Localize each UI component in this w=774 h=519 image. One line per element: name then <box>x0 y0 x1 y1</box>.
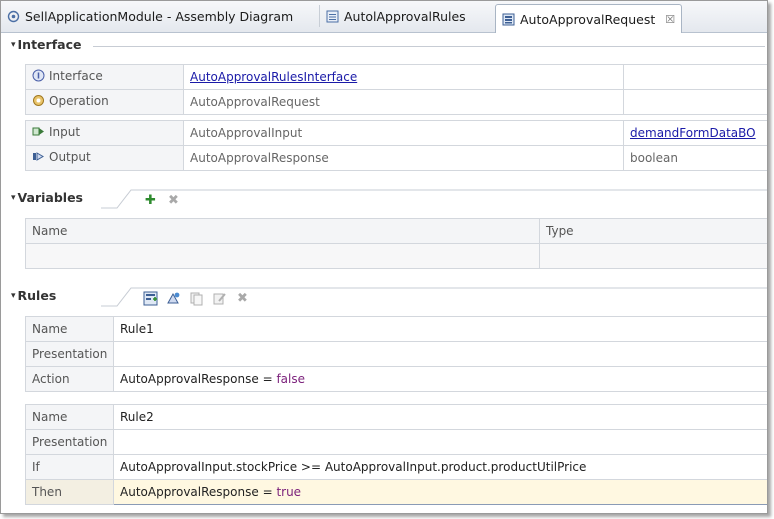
io-table: Input AutoApprovalInput demandFormDataBO… <box>25 120 767 171</box>
svg-text:I: I <box>37 72 40 81</box>
rule-action-label: Action <box>25 366 114 392</box>
copy-rule-icon[interactable] <box>189 291 204 306</box>
variables-section-header[interactable]: ▾ Variables <box>11 190 83 205</box>
table-row: Presentation <box>25 341 767 367</box>
tab-approval-rules[interactable]: AutolApprovalRules <box>326 3 466 30</box>
operation-label-cell: Operation <box>25 89 184 115</box>
table-header-row: Name Type <box>25 218 767 244</box>
output-icon <box>33 152 44 162</box>
then-literal: true <box>276 485 302 499</box>
table-row: Output AutoApprovalResponse boolean <box>25 145 767 171</box>
column-header-name[interactable]: Name <box>25 218 540 244</box>
rules-toolbar: ✖ <box>143 287 250 309</box>
output-value-cell: AutoApprovalResponse <box>183 145 624 171</box>
table-row: I Interface AutoApprovalRulesInterface <box>25 64 767 90</box>
rule-action-value[interactable]: AutoApprovalResponse = false <box>113 366 767 392</box>
rule2-table: Name Rule2 Presentation If AutoApprovalI… <box>25 404 767 505</box>
rule-name-value[interactable]: Rule1 <box>113 316 767 342</box>
rule-group-icon <box>326 10 339 23</box>
rule-presentation-label: Presentation <box>25 429 114 455</box>
collapse-icon[interactable]: ▾ <box>11 291 16 301</box>
empty-cell <box>623 64 767 90</box>
table-row: Operation AutoApprovalRequest <box>25 89 767 115</box>
row-label: Operation <box>49 93 109 108</box>
empty-cell <box>623 89 767 115</box>
table-row: If AutoApprovalInput.stockPrice >= AutoA… <box>25 454 767 480</box>
tab-label: AutolApprovalRules <box>344 9 466 24</box>
close-icon[interactable]: ☒ <box>665 13 675 26</box>
action-literal: false <box>276 372 305 386</box>
rule-if-label: If <box>25 454 114 480</box>
then-target: AutoApprovalResponse <box>120 485 259 499</box>
interface-table: I Interface AutoApprovalRulesInterface O… <box>25 64 767 115</box>
output-label-cell: Output <box>25 145 184 171</box>
tab-approval-request[interactable]: AutoApprovalRequest ☒ <box>495 4 683 33</box>
input-value-cell: AutoApprovalInput <box>183 120 624 146</box>
table-row <box>25 243 767 269</box>
rule-if-value[interactable]: AutoApprovalInput.stockPrice >= AutoAppr… <box>113 454 767 480</box>
variables-toolbar: ✚ ✖ <box>143 189 181 211</box>
input-type-link[interactable]: demandFormDataBO <box>630 126 756 140</box>
table-row: Input AutoApprovalInput demandFormDataBO <box>25 120 767 146</box>
section-tab-outline <box>101 189 767 209</box>
output-type-cell: boolean <box>623 145 767 171</box>
action-operator: = <box>258 372 277 386</box>
row-label: Output <box>49 149 91 164</box>
input-type-cell[interactable]: demandFormDataBO <box>623 120 767 146</box>
table-row: Presentation <box>25 429 767 455</box>
tab-label: AutoApprovalRequest <box>520 11 656 27</box>
rule-name-label: Name <box>25 316 114 342</box>
operation-icon <box>33 95 44 107</box>
collapse-icon[interactable]: ▾ <box>11 193 16 203</box>
tab-assembly-diagram[interactable]: SellApplicationModule - Assembly Diagram <box>7 3 293 30</box>
assembly-diagram-icon <box>7 10 20 23</box>
add-icon[interactable]: ✚ <box>143 193 158 208</box>
rule-presentation-value[interactable] <box>113 429 767 455</box>
rule-then-value[interactable]: AutoApprovalResponse = true <box>113 479 767 505</box>
rule-name-label: Name <box>25 404 114 430</box>
add-rule-icon[interactable] <box>143 291 158 306</box>
empty-cell[interactable] <box>539 243 767 269</box>
input-label-cell: Input <box>25 120 184 146</box>
interface-section-header[interactable]: ▾ Interface <box>11 37 81 52</box>
interface-icon: I <box>32 69 45 82</box>
rule1-table: Name Rule1 Presentation Action AutoAppro… <box>25 316 767 392</box>
delete-rule-icon[interactable]: ✖ <box>235 291 250 306</box>
divider <box>93 46 765 47</box>
row-label: Interface <box>49 68 103 83</box>
operation-value-cell: AutoApprovalRequest <box>183 89 624 115</box>
edit-rule-icon[interactable] <box>212 291 227 306</box>
editor-tab-bar: SellApplicationModule - Assembly Diagram… <box>1 1 767 33</box>
row-label: Input <box>49 124 81 139</box>
table-row: Action AutoApprovalResponse = false <box>25 366 767 392</box>
interface-value-cell[interactable]: AutoApprovalRulesInterface <box>183 64 624 90</box>
rules-section-header[interactable]: ▾ Rules <box>11 288 56 303</box>
rule-presentation-label: Presentation <box>25 341 114 367</box>
tab-separator <box>319 5 320 27</box>
table-row-selected: Then AutoApprovalResponse = true <box>25 479 767 505</box>
section-title: Interface <box>17 37 82 52</box>
add-template-rule-icon[interactable] <box>166 291 181 306</box>
then-operator: = <box>258 485 277 499</box>
delete-icon[interactable]: ✖ <box>166 193 181 208</box>
section-title: Variables <box>17 190 83 205</box>
editor-window: SellApplicationModule - Assembly Diagram… <box>0 0 768 514</box>
empty-cell[interactable] <box>25 243 540 269</box>
table-row: Name Rule2 <box>25 404 767 430</box>
rule-name-value[interactable]: Rule2 <box>113 404 767 430</box>
section-title: Rules <box>17 288 57 303</box>
variables-table: Name Type <box>25 218 767 269</box>
interface-link[interactable]: AutoApprovalRulesInterface <box>190 70 357 84</box>
interface-label-cell: I Interface <box>25 64 184 90</box>
collapse-icon[interactable]: ▾ <box>11 40 16 50</box>
tab-label: SellApplicationModule - Assembly Diagram <box>25 9 294 24</box>
ruleset-icon <box>502 13 515 26</box>
action-target: AutoApprovalResponse <box>120 372 259 386</box>
table-row: Name Rule1 <box>25 316 767 342</box>
rule-then-label: Then <box>25 479 114 505</box>
rule-presentation-value[interactable] <box>113 341 767 367</box>
column-header-type[interactable]: Type <box>539 218 767 244</box>
input-icon <box>32 127 44 136</box>
